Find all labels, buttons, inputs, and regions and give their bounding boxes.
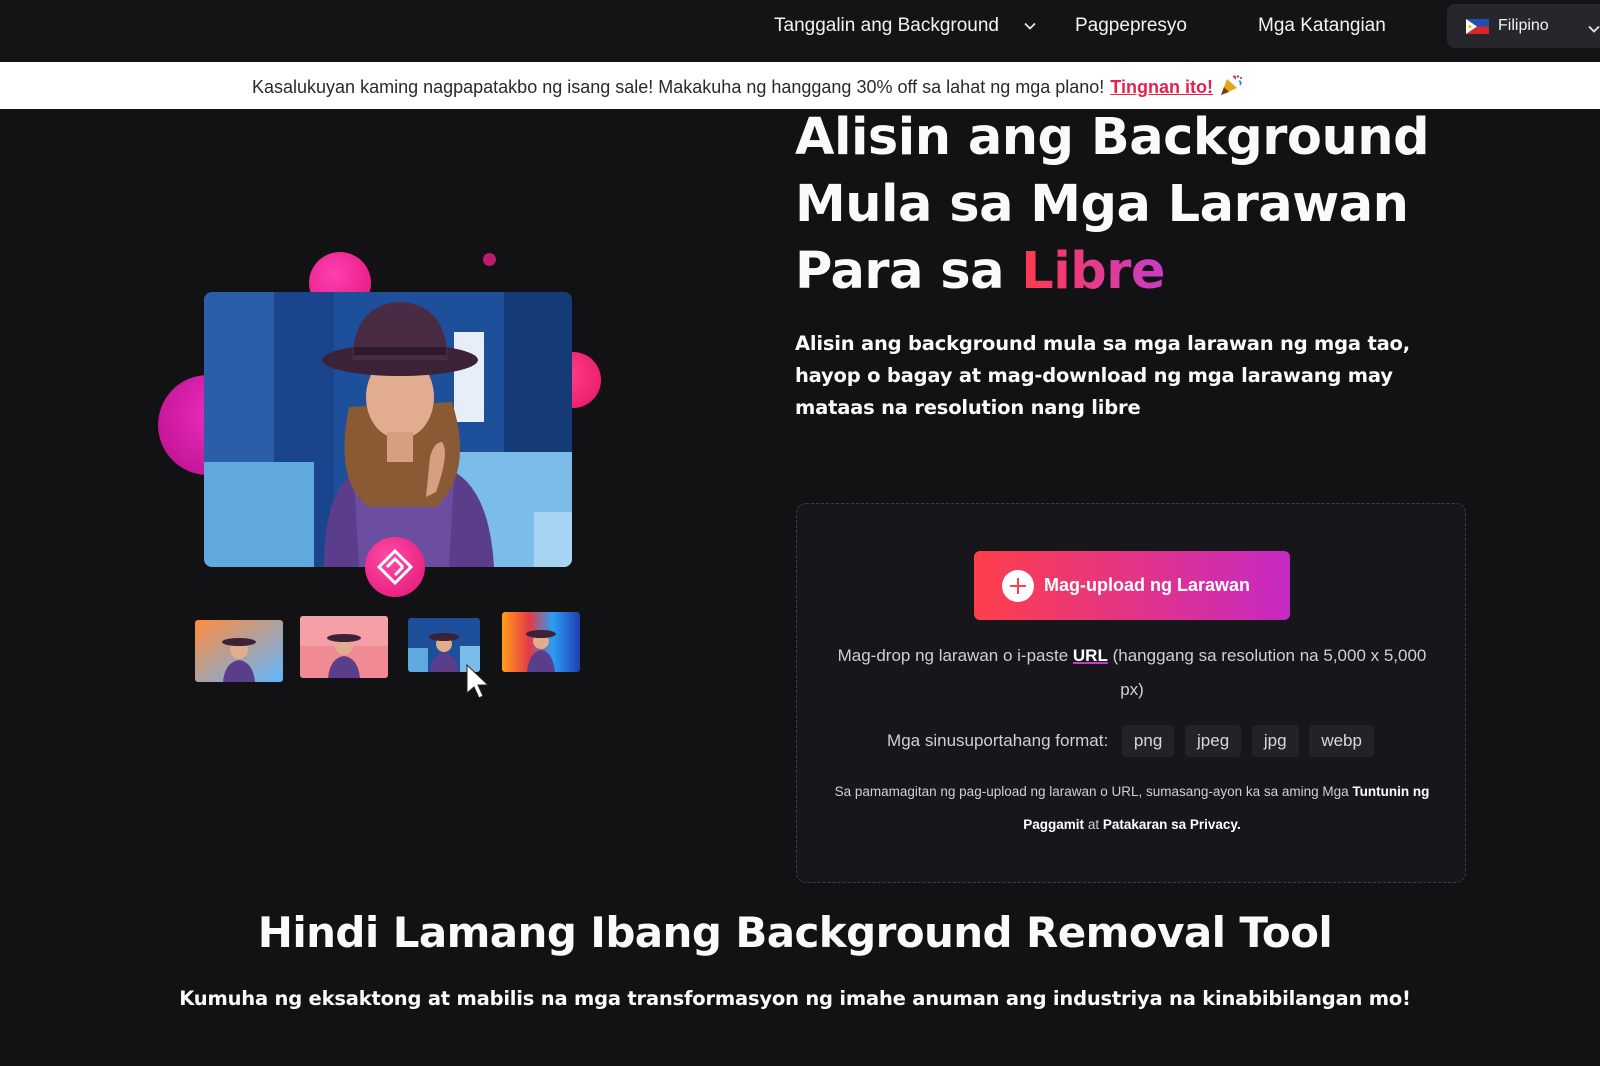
hero-title-accent: Libre — [1021, 242, 1166, 301]
hero-title-line2: Mula sa Mga Larawan — [795, 175, 1409, 234]
top-navigation: Tanggalin ang Background Pagpepresyo Mga… — [0, 0, 1600, 62]
nav-pricing[interactable]: Pagpepresyo — [1075, 15, 1187, 37]
format-badge: jpg — [1251, 725, 1299, 757]
chevron-down-icon — [1588, 25, 1600, 33]
language-selector[interactable]: Filipino — [1447, 4, 1600, 48]
upload-button-label: Mag-upload ng Larawan — [1044, 575, 1251, 595]
sample-thumbnail[interactable] — [502, 612, 580, 672]
drop-text-prefix: Mag-drop ng larawan o i-paste — [837, 646, 1069, 665]
hero-title: Alisin ang Background Mula sa Mga Larawa… — [795, 104, 1495, 305]
hero-subtitle: Alisin ang background mula sa mga larawa… — [795, 332, 1410, 419]
banner-text: Kasalukuyan kaming nagpapatakbo ng isang… — [252, 77, 1105, 97]
terms-notice: Sa pamamagitan ng pag-upload ng larawan … — [827, 775, 1437, 841]
upload-image-button[interactable]: Mag-upload ng Larawan — [974, 551, 1290, 620]
party-popper-icon — [1220, 75, 1243, 95]
format-badge: webp — [1309, 725, 1374, 757]
logo-badge-icon — [365, 537, 425, 597]
hero-title-line3: Para sa — [795, 242, 1005, 301]
banner-link[interactable]: Tingnan ito! — [1110, 77, 1213, 97]
sample-thumbnail[interactable] — [195, 620, 283, 682]
supported-formats: Mga sinusuportahang format: png jpeg jpg… — [797, 725, 1467, 757]
philippines-flag-icon — [1466, 19, 1489, 34]
nav-features[interactable]: Mga Katangian — [1258, 15, 1386, 37]
chevron-down-icon — [1024, 22, 1036, 30]
formats-label: Mga sinusuportahang format: — [887, 731, 1109, 750]
nav-remove-background-label: Tanggalin ang Background — [774, 15, 1000, 36]
language-label: Filipino — [1498, 17, 1549, 34]
sale-banner: Kasalukuyan kaming nagpapatakbo ng isang… — [0, 62, 1600, 109]
hero-title-line1: Alisin ang Background — [795, 108, 1430, 167]
terms-text: Sa pamamagitan ng pag-upload ng larawan … — [834, 784, 1349, 799]
mouse-cursor-icon — [466, 663, 490, 699]
paste-url-link[interactable]: URL — [1073, 646, 1108, 665]
section-title: Hindi Lamang Ibang Background Removal To… — [257, 908, 1333, 957]
sample-thumbnail[interactable] — [300, 616, 388, 678]
section-subtitle: Kumuha ng eksaktong at mabilis na mga tr… — [179, 987, 1411, 1010]
nav-remove-background[interactable]: Tanggalin ang Background — [774, 15, 1036, 37]
plus-circle-icon — [1002, 570, 1034, 602]
decor-dot — [483, 253, 496, 266]
format-badge: png — [1121, 725, 1175, 757]
drop-text-suffix: (hanggang sa resolution na 5,000 x 5,000… — [1112, 646, 1427, 699]
sample-photo — [204, 292, 572, 567]
privacy-policy-link[interactable]: Patakaran sa Privacy. — [1103, 817, 1241, 832]
format-badge: jpeg — [1185, 725, 1242, 757]
upload-dropzone[interactable]: Mag-upload ng Larawan Mag-drop ng larawa… — [796, 503, 1466, 883]
terms-and-text: at — [1087, 817, 1100, 832]
drop-instructions: Mag-drop ng larawan o i-paste URL (hangg… — [827, 639, 1437, 707]
